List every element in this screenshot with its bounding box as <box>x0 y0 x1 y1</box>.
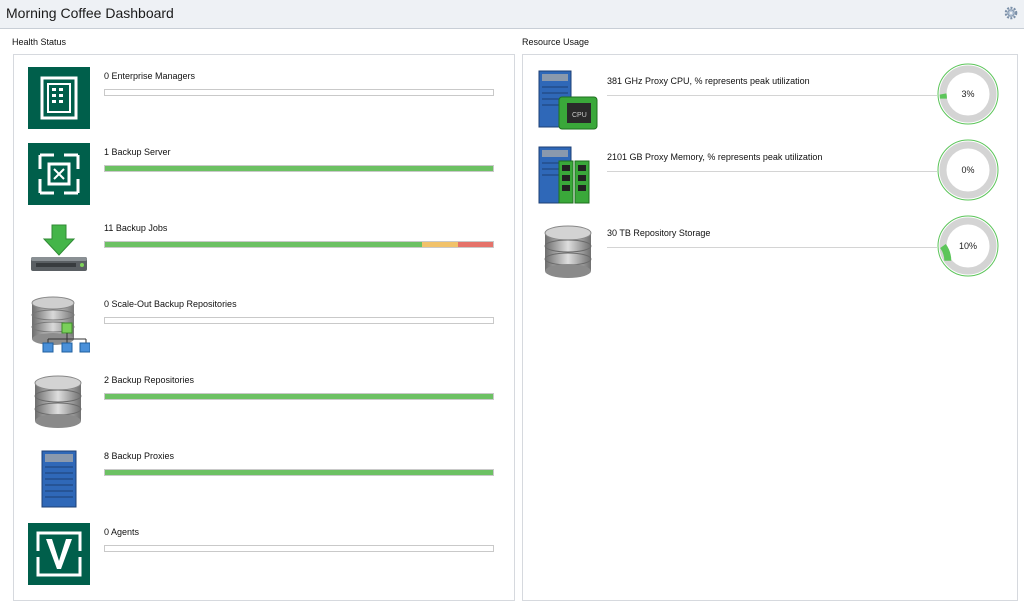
svg-text:CPU: CPU <box>572 112 587 119</box>
health-progress-bar <box>104 469 494 476</box>
health-item-label: 11 Backup Jobs <box>104 223 167 233</box>
health-progress-bar <box>104 165 494 172</box>
progress-segment <box>422 242 457 247</box>
gauge-percent-label: 3% <box>961 89 974 99</box>
proxy-memory-icon <box>535 145 601 209</box>
health-item-backup-server[interactable]: 1 Backup Server <box>14 137 514 213</box>
proxy-cpu-icon: CPU <box>535 69 601 133</box>
health-item-backup-proxies[interactable]: 8 Backup Proxies <box>14 441 514 517</box>
progress-segment <box>105 242 422 247</box>
health-item-label: 0 Scale-Out Backup Repositories <box>104 299 237 309</box>
progress-segment <box>105 166 493 171</box>
usage-gauge: 10% <box>937 215 999 277</box>
resource-item-proxy-memory[interactable]: 2101 GB Proxy Memory, % represents peak … <box>523 139 1017 215</box>
window-title: Morning Coffee Dashboard <box>6 5 174 21</box>
health-progress-bar <box>104 393 494 400</box>
usage-gauge: 3% <box>937 63 999 125</box>
backup-jobs-icon <box>28 219 90 281</box>
resource-item-label: 30 TB Repository Storage <box>607 228 710 238</box>
gear-icon[interactable] <box>1004 6 1018 20</box>
health-status-heading: Health Status <box>12 37 66 47</box>
backup-repository-icon <box>28 371 90 433</box>
progress-segment <box>458 242 493 247</box>
resource-usage-panel: CPU 381 GHz Proxy CPU, % represents peak… <box>522 54 1018 601</box>
usage-gauge: 0% <box>937 139 999 201</box>
resource-divider <box>607 171 937 172</box>
gauge-percent-label: 10% <box>959 241 977 251</box>
agents-icon <box>28 523 90 585</box>
resource-item-label: 381 GHz Proxy CPU, % represents peak uti… <box>607 76 810 86</box>
enterprise-manager-icon <box>28 67 90 129</box>
health-item-scale-out-repositories[interactable]: 0 Scale-Out Backup Repositories <box>14 289 514 365</box>
backup-proxy-icon <box>28 447 90 509</box>
health-item-label: 0 Enterprise Managers <box>104 71 195 81</box>
health-progress-bar <box>104 241 494 248</box>
health-progress-bar <box>104 545 494 552</box>
gauge-percent-label: 0% <box>961 165 974 175</box>
health-item-backup-jobs[interactable]: 11 Backup Jobs <box>14 213 514 289</box>
health-status-panel: 0 Enterprise Managers 1 Backup Server 11… <box>13 54 515 601</box>
resource-divider <box>607 247 937 248</box>
title-bar: Morning Coffee Dashboard <box>0 0 1024 29</box>
backup-server-icon <box>28 143 90 205</box>
resource-item-proxy-cpu[interactable]: CPU 381 GHz Proxy CPU, % represents peak… <box>523 63 1017 139</box>
health-item-label: 0 Agents <box>104 527 139 537</box>
resource-usage-heading: Resource Usage <box>522 37 589 47</box>
health-item-backup-repositories[interactable]: 2 Backup Repositories <box>14 365 514 441</box>
resource-item-label: 2101 GB Proxy Memory, % represents peak … <box>607 152 822 162</box>
health-progress-bar <box>104 89 494 96</box>
health-item-label: 8 Backup Proxies <box>104 451 174 461</box>
resource-item-repository-storage[interactable]: 30 TB Repository Storage 10% <box>523 215 1017 291</box>
scale-out-repository-icon <box>28 295 90 357</box>
health-item-enterprise-managers[interactable]: 0 Enterprise Managers <box>14 61 514 137</box>
health-item-label: 1 Backup Server <box>104 147 171 157</box>
progress-segment <box>105 470 493 475</box>
health-item-agents[interactable]: 0 Agents <box>14 517 514 593</box>
progress-segment <box>105 394 493 399</box>
resource-divider <box>607 95 937 96</box>
health-item-label: 2 Backup Repositories <box>104 375 194 385</box>
health-progress-bar <box>104 317 494 324</box>
repository-storage-icon <box>535 221 601 285</box>
